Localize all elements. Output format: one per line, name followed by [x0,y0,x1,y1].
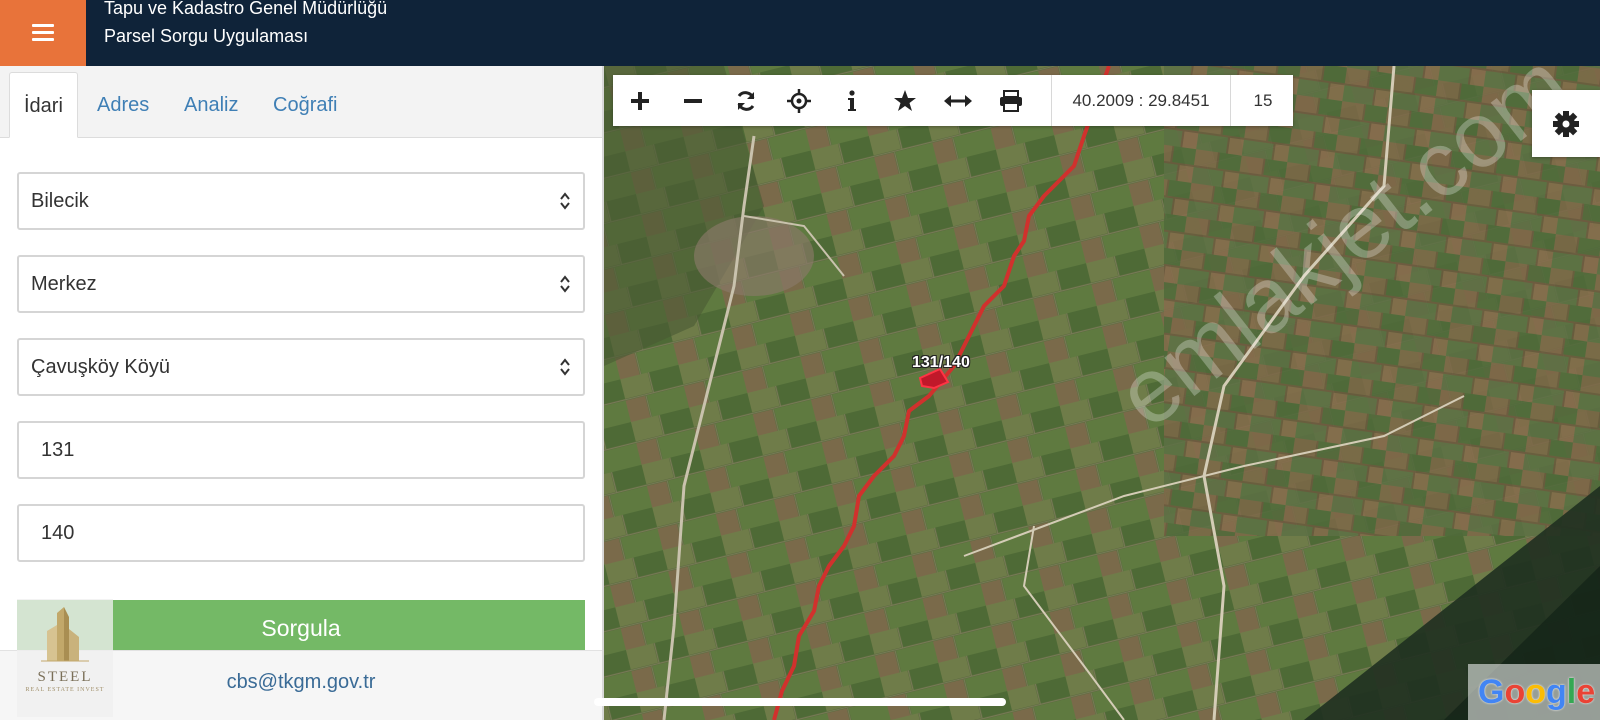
neighborhood-select[interactable]: Çavuşköy Köyü [17,338,585,396]
map-view[interactable]: emlakjet.com 131/140 40.2009 : 29.8451 1… [604,66,1600,720]
map-toolbar: 40.2009 : 29.8451 15 [613,75,1293,126]
query-panel: İdari Adres Analiz Coğrafi Bilecik Merke… [0,66,604,720]
steel-logo-watermark: STEEL REAL ESTATE INVEST [17,599,113,717]
favorite-button[interactable] [878,75,931,126]
zoom-in-button[interactable] [613,75,666,126]
select-arrows-icon [560,192,570,210]
tab-idari[interactable]: İdari [9,72,78,138]
tab-analiz[interactable]: Analiz [170,72,252,138]
building-logo-icon [41,607,89,662]
home-indicator [594,698,1006,706]
app-title: Tapu ve Kadastro Genel Müdürlüğü [104,0,388,18]
hamburger-icon [32,24,54,42]
logo-tagline: REAL ESTATE INVEST [25,687,105,693]
satellite-imagery [604,66,1600,720]
refresh-icon [737,90,754,111]
province-value: Bilecik [31,190,89,212]
top-bar: Tapu ve Kadastro Genel Müdürlüğü Parsel … [0,0,1600,66]
crosshair-icon [786,88,811,113]
star-icon [893,89,916,111]
print-icon [999,89,1022,112]
locate-button[interactable] [772,75,825,126]
info-icon [847,89,856,111]
refresh-button[interactable] [719,75,772,126]
select-arrows-icon [560,275,570,293]
block-input[interactable]: 131 [17,421,585,479]
select-arrows-icon [560,358,570,376]
settings-button[interactable] [1532,90,1600,157]
parcel-input[interactable]: 140 [17,504,585,562]
district-value: Merkez [31,273,97,295]
district-select[interactable]: Merkez [17,255,585,313]
measure-icon [943,94,972,107]
zoom-out-button[interactable] [666,75,719,126]
app-subtitle: Parsel Sorgu Uygulaması [104,26,309,46]
gear-icon [1553,110,1579,137]
print-button[interactable] [984,75,1037,126]
logo-name: STEEL [37,669,93,685]
zoom-level: 15 [1253,91,1273,110]
parcel-label: 131/140 [912,354,970,371]
coordinate-readout: 40.2009 : 29.8451 [1051,75,1231,126]
tab-bar: İdari Adres Analiz Coğrafi [0,66,602,138]
measure-button[interactable] [931,75,984,126]
tab-adres[interactable]: Adres [83,72,163,138]
google-logo-text: Google [1478,673,1596,711]
neighborhood-value: Çavuşköy Köyü [31,356,170,378]
google-logo: Google [1468,664,1600,720]
tab-cografi[interactable]: Coğrafi [259,72,351,138]
minus-icon [683,98,702,103]
plus-icon [630,91,649,110]
province-select[interactable]: Bilecik [17,172,585,230]
info-button[interactable] [825,75,878,126]
menu-button[interactable] [0,0,86,66]
